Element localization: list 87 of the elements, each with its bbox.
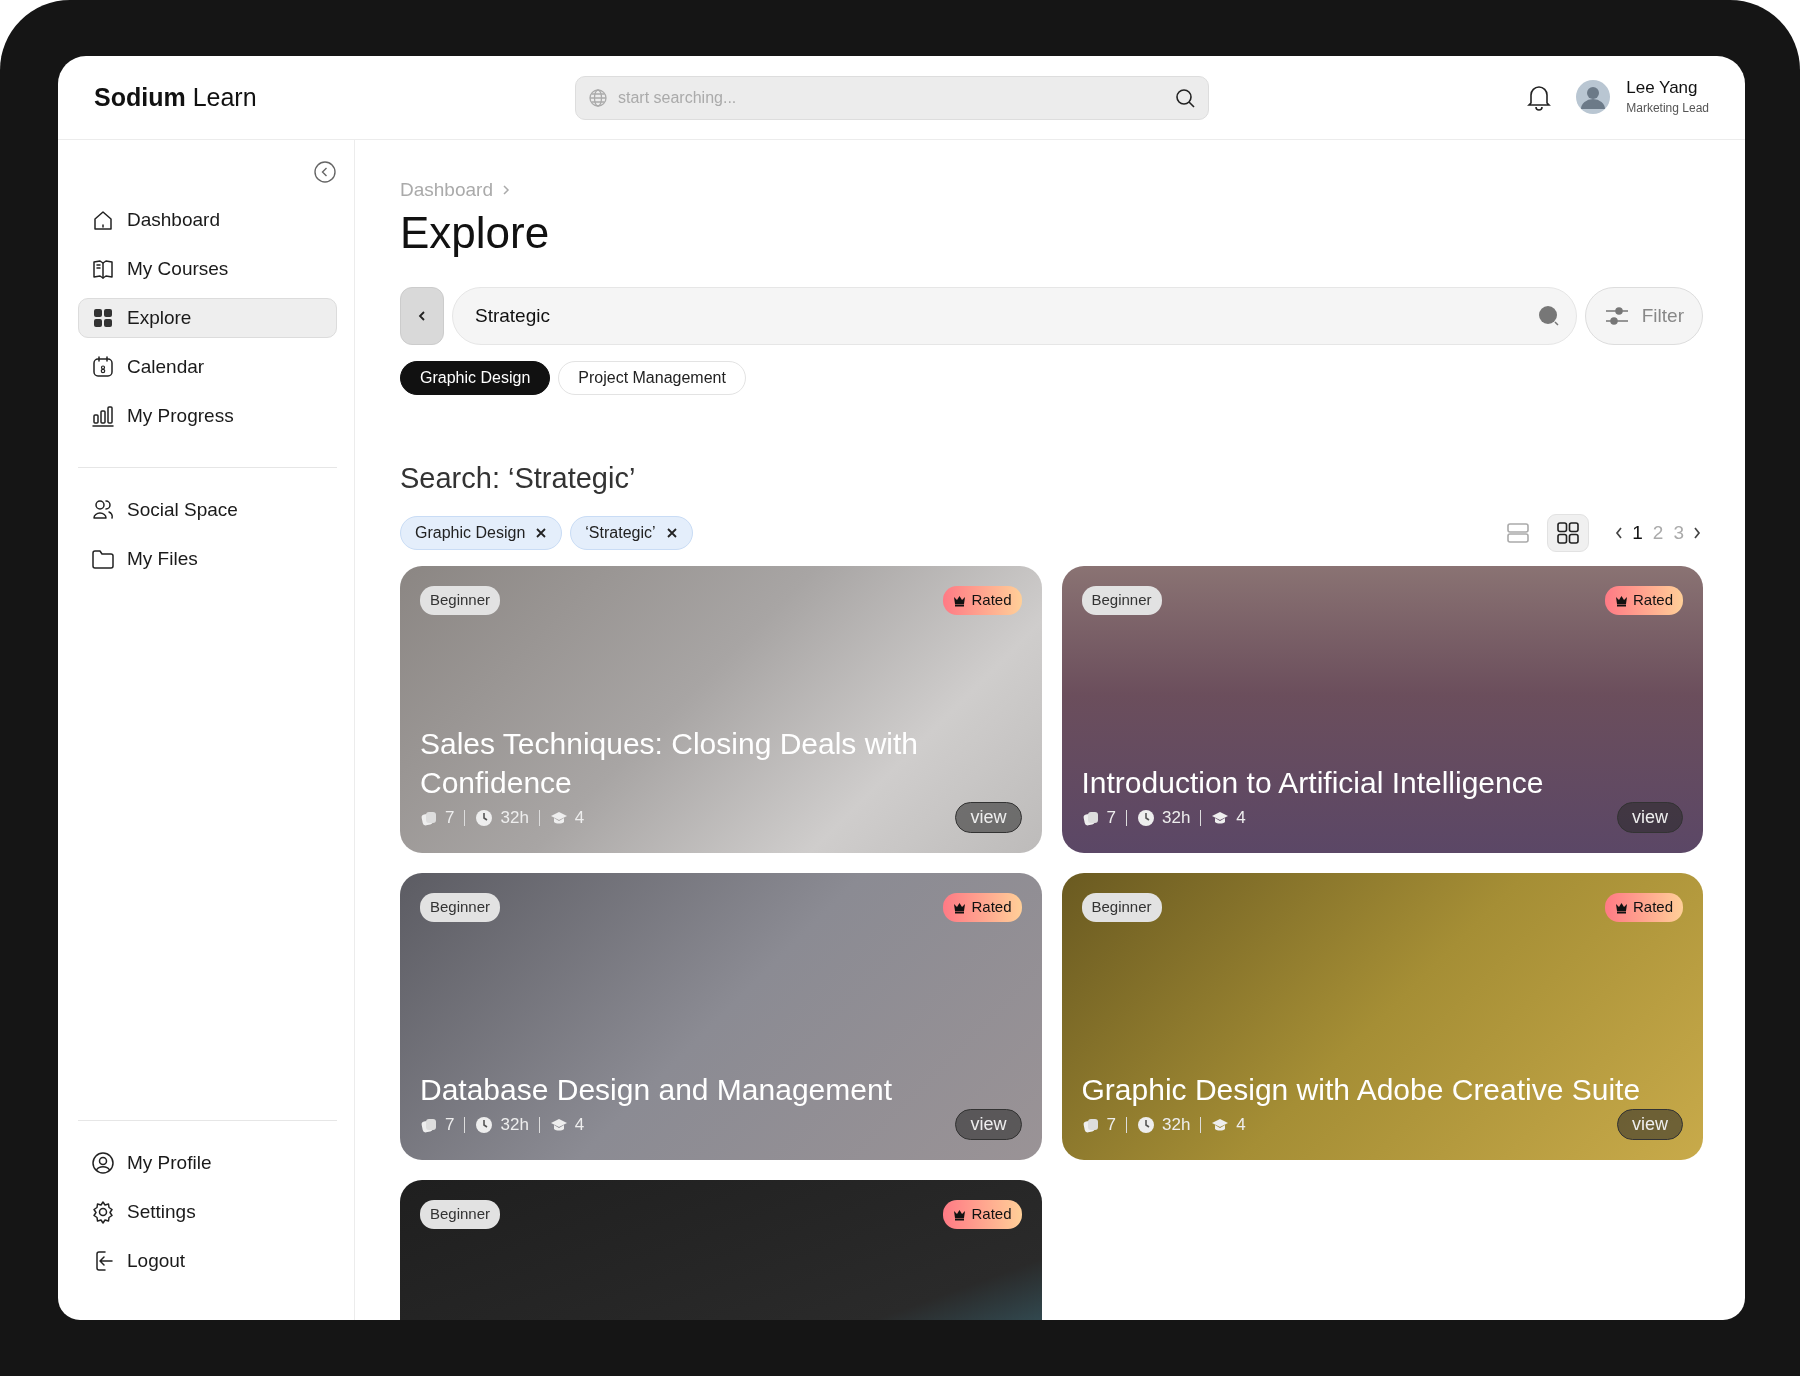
crown-icon	[1614, 901, 1628, 914]
collapse-icon[interactable]	[313, 160, 337, 184]
search-field[interactable]: Strategic	[452, 286, 1577, 345]
course-card[interactable]: Beginner Rated Sales Techniques: Closing Deals with Confidence 7 32h 4 view	[400, 566, 1042, 854]
meta-value: 4	[574, 1114, 585, 1137]
house-icon	[91, 208, 115, 232]
search-field[interactable]: start searching...	[575, 75, 1209, 120]
category-chip[interactable]: Graphic Design	[400, 360, 551, 395]
search-icon[interactable]	[1174, 86, 1196, 109]
course-card[interactable]: Beginner Rated	[400, 1180, 1042, 1320]
sidebar-item[interactable]: Dashboard	[78, 200, 337, 240]
meta-value: 4	[574, 807, 585, 830]
avatar[interactable]	[1576, 80, 1611, 115]
course-title: Introduction to Artificial Intelligence	[1081, 765, 1545, 802]
search-input[interactable]: Strategic	[473, 300, 1538, 332]
page-link[interactable]: 1	[1629, 519, 1646, 548]
rated-badge: Rated	[1604, 586, 1683, 615]
rated-badge: Rated	[1604, 893, 1683, 922]
page-title: Explore	[400, 208, 551, 257]
crown-icon	[953, 901, 967, 914]
meta-value: 32h	[500, 807, 529, 830]
course-title: Sales Techniques: Closing Deals with Confidence	[420, 726, 920, 802]
view-button[interactable]: view	[1617, 802, 1683, 834]
sidebar-item[interactable]: Settings	[78, 1192, 337, 1232]
crown-icon	[953, 594, 967, 607]
course-card[interactable]: Beginner Rated Database Design and Management 7 32h 4 view	[400, 873, 1042, 1161]
sidebar-item[interactable]: My Courses	[78, 249, 337, 289]
sidebar-item[interactable]: My Files	[78, 539, 337, 579]
level-badge: Beginner	[420, 586, 501, 615]
sidebar-item[interactable]: Logout	[78, 1241, 337, 1281]
meta-value: 7	[1106, 807, 1116, 830]
bar-chart-icon	[91, 404, 115, 428]
rated-badge: Rated	[943, 893, 1022, 922]
meta-value: 32h	[1161, 807, 1191, 830]
sidebar-item[interactable]: Calendar	[78, 347, 337, 387]
meta-value: 32h	[500, 1114, 529, 1137]
rated-badge: Rated	[943, 586, 1022, 615]
close-icon[interactable]	[535, 527, 548, 540]
view-button[interactable]: view	[1617, 1109, 1683, 1141]
clock-icon	[475, 808, 494, 827]
filter-tag[interactable]: ‘Strategic’	[570, 516, 693, 551]
rated-badge: Rated	[943, 1200, 1022, 1229]
clock-icon	[475, 1115, 494, 1134]
bell-icon[interactable]	[1526, 83, 1553, 112]
category-chip[interactable]: Project Management	[558, 360, 746, 395]
clock-icon	[1136, 808, 1155, 827]
sliders-icon	[1603, 304, 1630, 327]
settings-icon	[91, 1200, 115, 1224]
sidebar-item[interactable]: Social Space	[78, 490, 337, 530]
course-title: Graphic Design with Adobe Creative Suite	[1081, 1072, 1642, 1109]
grid-view-icon[interactable]	[1547, 514, 1590, 553]
sidebar-item[interactable]: Explore	[78, 298, 337, 338]
view-button[interactable]: view	[955, 1109, 1022, 1141]
level-badge: Beginner	[420, 1200, 501, 1229]
book-icon	[91, 257, 115, 281]
chevron-left-icon	[417, 308, 427, 323]
crown-icon	[1614, 594, 1628, 607]
results-heading: Search: ‘Strategic’	[400, 460, 637, 496]
sidebar-item[interactable]: My Profile	[78, 1143, 337, 1183]
meta-value: 7	[445, 807, 455, 830]
filter-tag[interactable]: Graphic Design	[400, 516, 563, 551]
crown-icon	[953, 1208, 967, 1221]
user-role: Marketing Lead	[1626, 99, 1709, 117]
grid-icon	[91, 306, 115, 330]
meta-value: 4	[1236, 1114, 1246, 1137]
course-card[interactable]: Beginner Rated Graphic Design with Adobe Creative Suite 7 32h 4 view	[1061, 873, 1703, 1161]
calendar-icon	[91, 355, 115, 379]
search-input[interactable]: start searching...	[616, 84, 1166, 111]
meta-value: 7	[1106, 1114, 1116, 1137]
user-name: Lee Yang	[1626, 78, 1699, 99]
level-badge: Beginner	[1081, 586, 1162, 615]
course-card[interactable]: Beginner Rated Introduction to Artificial Intelligence 7 32h 4 view	[1061, 566, 1703, 854]
clock-icon	[1136, 1115, 1155, 1134]
folder-icon	[91, 547, 115, 571]
people-icon	[91, 498, 115, 522]
close-icon[interactable]	[665, 527, 678, 540]
course-title: Database Design and Management	[420, 1072, 893, 1109]
globe-icon	[588, 87, 608, 108]
level-badge: Beginner	[420, 893, 501, 922]
meta-value: 7	[445, 1114, 455, 1137]
sidebar-item[interactable]: My Progress	[78, 396, 337, 436]
user-circle-icon	[91, 1151, 115, 1175]
meta-value: 32h	[1161, 1114, 1191, 1137]
meta-value: 4	[1236, 807, 1246, 830]
app-logo: Sodium Learn	[94, 81, 258, 113]
view-button[interactable]: view	[955, 802, 1022, 834]
level-badge: Beginner	[1081, 893, 1162, 922]
